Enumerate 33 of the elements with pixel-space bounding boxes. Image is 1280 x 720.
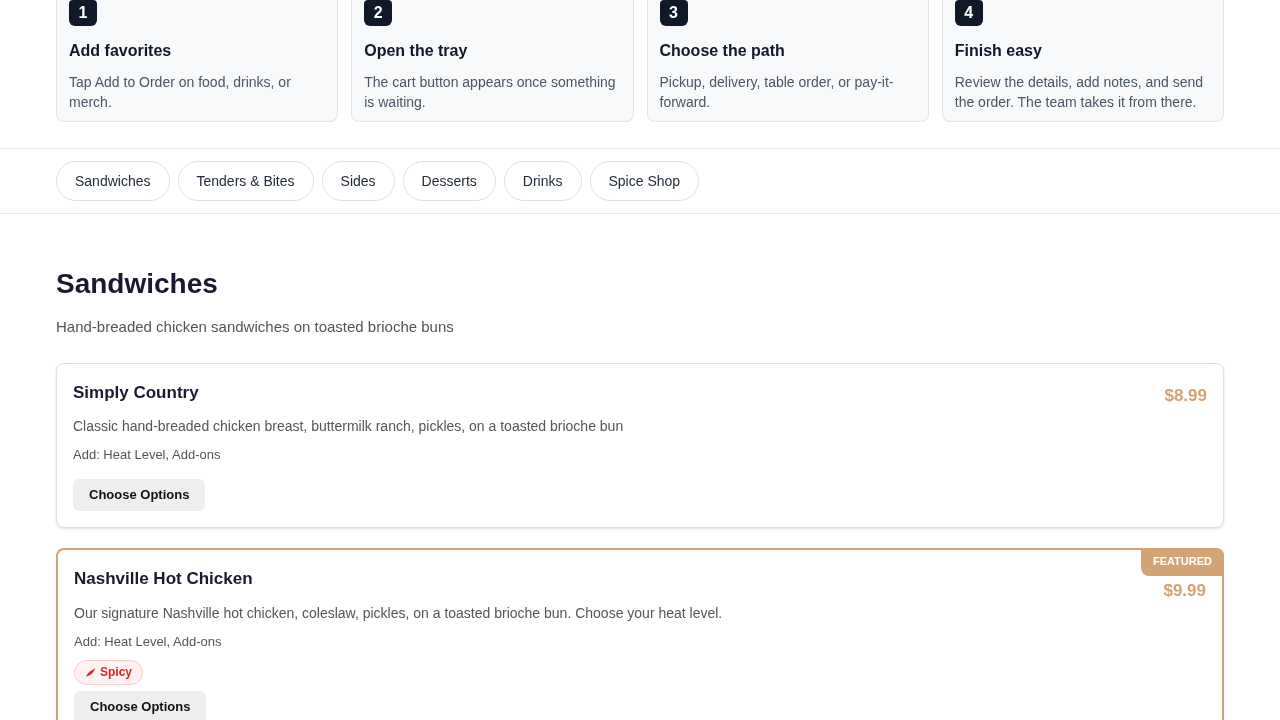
step-number: 4 [954,0,983,26]
item-name: Simply Country [73,381,199,404]
step-number: 3 [659,0,688,26]
category-pill[interactable]: Spice Shop [589,161,700,201]
step-text: Tap Add to Order on food, drinks, or merch. [69,73,292,112]
category-pill[interactable]: Sandwiches [56,161,170,201]
item-description: Our signature Nashville hot chicken, coleslaw, pickles, on a toasted brioche bun. Choose your heat level. [74,604,724,623]
item-price: $8.99 [1164,384,1207,407]
step-number: 1 [69,0,97,26]
category-pill[interactable]: Sides [321,161,395,201]
spicy-tag: Spicy [74,659,143,685]
section-subtitle: Hand-breaded chicken sandwiches on toasted brioche buns [56,317,455,337]
featured-badge: FEATURED [1140,547,1224,576]
category-pill[interactable]: Desserts [402,161,496,201]
category-pill[interactable]: Drinks [503,161,582,201]
step-title: Open the tray [364,41,469,61]
item-name: Nashville Hot Chicken [74,567,253,590]
section-title: Sandwiches [56,267,219,301]
item-addons: Add: Heat Level, Add-ons [74,633,223,651]
choose-options-button[interactable]: Choose Options [73,478,206,511]
step-title: Finish easy [954,41,1043,61]
step-title: Choose the path [659,41,786,61]
category-pill[interactable]: Tenders & Bites [177,161,314,201]
choose-options-button[interactable]: Choose Options [74,690,207,720]
item-description: Classic hand-breaded chicken breast, buttermilk ranch, pickles, on a toasted brioche bun [73,417,625,436]
step-title: Add favorites [69,41,173,61]
step-text: The cart button appears once something is waiting. [364,73,617,112]
item-addons: Add: Heat Level, Add-ons [73,446,222,464]
step-number: 2 [364,0,393,26]
item-price: $9.99 [1163,579,1206,602]
step-text: Pickup, delivery, table order, or pay-it-forward. [659,73,895,112]
step-text: Review the details, add notes, and send the order. The team takes it from there. [954,73,1205,112]
pepper-icon [85,666,96,678]
